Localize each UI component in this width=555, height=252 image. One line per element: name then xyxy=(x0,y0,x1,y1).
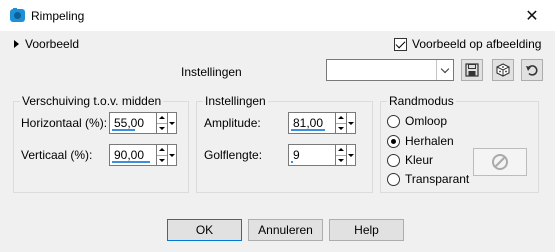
chevron-down-icon[interactable] xyxy=(436,60,453,80)
radio-repeat[interactable]: Herhalen xyxy=(387,134,454,148)
preview-on-image-checkbox[interactable]: Voorbeeld op afbeelding xyxy=(394,37,541,51)
app-icon xyxy=(9,8,26,23)
random-preset-button[interactable] xyxy=(492,59,514,81)
reset-preset-button[interactable] xyxy=(521,59,543,81)
radio-transparent-label: Transparant xyxy=(405,172,470,186)
amplitude-slider-dropdown[interactable] xyxy=(347,112,356,134)
ok-button[interactable]: OK xyxy=(167,219,242,241)
horizontal-label: Horizontaal (%): xyxy=(21,116,108,130)
spin-up-icon[interactable] xyxy=(336,145,346,156)
spin-down-icon[interactable] xyxy=(336,124,346,134)
radio-button[interactable] xyxy=(387,114,400,128)
radio-button[interactable] xyxy=(387,172,400,186)
preview-toggle[interactable]: Voorbeeld xyxy=(14,37,79,51)
wavelength-input[interactable]: 9 xyxy=(288,144,335,166)
vertical-spinner[interactable]: 90,00 xyxy=(109,144,177,166)
horizontal-arrows[interactable] xyxy=(156,112,168,134)
vertical-value: 90,00 xyxy=(114,148,145,162)
edge-mode-title: Randmodus xyxy=(387,94,456,108)
horizontal-input[interactable]: 55,00 xyxy=(109,112,156,134)
presets-dropdown[interactable] xyxy=(326,59,454,81)
close-icon: ✕ xyxy=(525,7,539,25)
spin-up-icon[interactable] xyxy=(157,113,167,124)
horizontal-spinner[interactable]: 55,00 xyxy=(109,112,177,134)
radio-button[interactable] xyxy=(387,153,400,167)
spin-up-icon[interactable] xyxy=(157,145,167,156)
vertical-slider-dropdown[interactable] xyxy=(168,144,177,166)
amplitude-arrows[interactable] xyxy=(335,112,347,134)
preview-on-image-label: Voorbeeld op afbeelding xyxy=(412,37,542,51)
spin-down-icon[interactable] xyxy=(157,124,167,134)
horizontal-level-bar xyxy=(112,129,135,131)
spin-down-icon[interactable] xyxy=(336,156,346,166)
dice-icon xyxy=(496,63,510,77)
window-title: Rimpeling xyxy=(31,9,85,23)
horizontal-value: 55,00 xyxy=(114,116,145,130)
presets-label: Instellingen xyxy=(181,65,242,79)
vertical-level-bar xyxy=(112,161,150,163)
wavelength-level-bar xyxy=(291,161,293,163)
spin-up-icon[interactable] xyxy=(336,113,346,124)
amplitude-input[interactable]: 81,00 xyxy=(288,112,335,134)
no-color-icon xyxy=(492,154,508,170)
expand-arrow-icon xyxy=(14,40,19,48)
spin-down-icon[interactable] xyxy=(157,156,167,166)
radio-repeat-label: Herhalen xyxy=(405,134,454,148)
radio-wrap-label: Omloop xyxy=(405,114,448,128)
horizontal-slider-dropdown[interactable] xyxy=(168,112,177,134)
help-button[interactable]: Help xyxy=(329,219,404,241)
preview-toggle-label: Voorbeeld xyxy=(25,37,80,51)
wavelength-arrows[interactable] xyxy=(335,144,347,166)
settings-group: Instellingen Amplitude: 81,00 Golflengte… xyxy=(196,94,373,193)
wavelength-value: 9 xyxy=(293,148,300,162)
radio-transparent[interactable]: Transparant xyxy=(387,172,469,186)
vertical-label: Verticaal (%): xyxy=(21,148,93,162)
radio-color[interactable]: Kleur xyxy=(387,153,433,167)
settings-group-title: Instellingen xyxy=(203,94,268,108)
reset-arrow-icon xyxy=(526,65,538,76)
cancel-button[interactable]: Annuleren xyxy=(248,219,323,241)
save-preset-button[interactable] xyxy=(461,59,483,81)
offset-group-title: Verschuiving t.o.v. midden xyxy=(20,94,164,108)
radio-button[interactable] xyxy=(387,134,400,148)
vertical-input[interactable]: 90,00 xyxy=(109,144,156,166)
wavelength-label: Golflengte: xyxy=(204,148,263,162)
wavelength-slider-dropdown[interactable] xyxy=(347,144,356,166)
offset-group: Verschuiving t.o.v. midden Horizontaal (… xyxy=(13,94,189,193)
amplitude-value: 81,00 xyxy=(293,116,324,130)
amplitude-level-bar xyxy=(291,129,325,131)
close-button[interactable]: ✕ xyxy=(509,0,555,31)
edge-mode-group: Randmodus Omloop Herhalen Kleur Transpar… xyxy=(380,94,539,193)
wavelength-spinner[interactable]: 9 xyxy=(288,144,356,166)
amplitude-label: Amplitude: xyxy=(204,116,261,130)
amplitude-spinner[interactable]: 81,00 xyxy=(288,112,356,134)
radio-color-label: Kleur xyxy=(405,153,434,167)
save-icon xyxy=(465,63,479,77)
vertical-arrows[interactable] xyxy=(156,144,168,166)
checkbox-box[interactable] xyxy=(394,37,407,51)
color-swatch[interactable] xyxy=(473,148,527,176)
radio-wrap[interactable]: Omloop xyxy=(387,114,447,128)
